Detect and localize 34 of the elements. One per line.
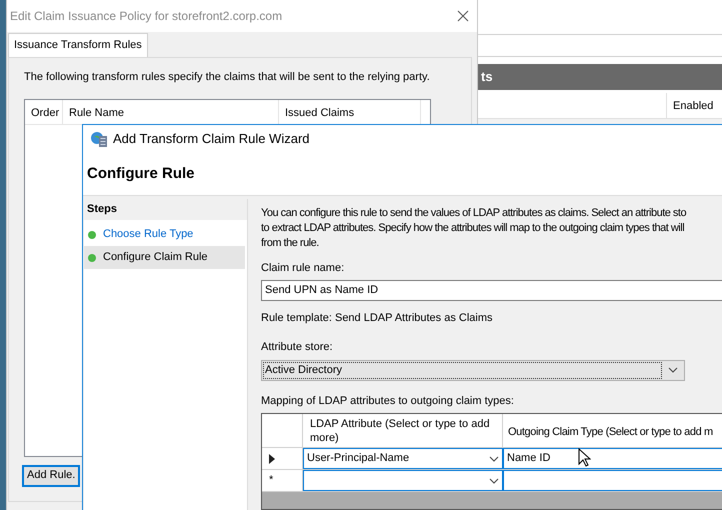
section-header: ts: [478, 64, 722, 90]
claim-rule-name-field[interactable]: Send UPN as Name ID: [261, 280, 722, 300]
status-dot-icon: [88, 254, 96, 262]
window-title: Add Transform Claim Rule Wizard: [113, 130, 310, 148]
column-header[interactable]: Order: [25, 100, 63, 124]
attribute-store-dropdown[interactable]: Active Directory: [261, 360, 685, 380]
step-item[interactable]: Configure Claim Rule: [84, 246, 245, 269]
description-text: The following transform rules specify the claims that will be sent to the relying party.: [24, 70, 430, 85]
server-globe-icon: [90, 130, 108, 148]
current-row-icon: [269, 454, 275, 464]
add-rule-button[interactable]: Add Rule.: [22, 464, 80, 486]
tab[interactable]: Issuance Transform Rules: [8, 33, 148, 57]
new-row-marker: *: [269, 473, 274, 488]
field-label: Claim rule name:: [261, 261, 346, 276]
chevron-down-icon: [489, 456, 499, 462]
ldap-attribute-dropdown[interactable]: User-Principal-Name: [303, 448, 503, 469]
close-icon[interactable]: [457, 10, 469, 22]
status-dot-icon: [88, 230, 96, 238]
column-header[interactable]: LDAP Attribute (Select or type to add more): [303, 414, 503, 447]
chevron-down-icon: [489, 478, 499, 484]
instructions-text: You can configure this rule to send the values of LDAP attributes as claims. Select an attribute sto to extract LDAP attributes. Specify how the attributes will map to the outgoing claim types that will from the rule.: [261, 206, 686, 251]
chevron-down-icon: [668, 367, 678, 373]
claim-type-field[interactable]: [503, 470, 722, 491]
window-title: Edit Claim Issuance Policy for storefront2.corp.com: [10, 8, 282, 25]
claim-type-field[interactable]: Name ID: [503, 448, 722, 469]
field-label: Mapping of LDAP attributes to outgoing claim types:: [261, 394, 515, 408]
page-heading: Configure Rule: [87, 164, 194, 184]
column-header[interactable]: Outgoing Claim Type (Select or type to add m: [503, 414, 718, 440]
step-item[interactable]: Choose Rule Type: [84, 223, 247, 246]
rule-template-text: Rule template: Send LDAP Attributes as Claims: [261, 310, 494, 326]
column-header[interactable]: Enabled: [667, 93, 714, 118]
steps-title: Steps: [87, 202, 117, 218]
ldap-attribute-dropdown[interactable]: [303, 470, 503, 491]
field-label: Attribute store:: [261, 340, 334, 355]
